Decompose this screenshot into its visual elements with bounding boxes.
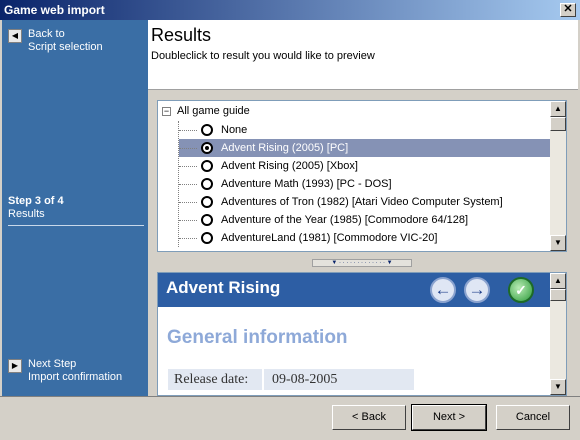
next-step-link[interactable]: ▶ Next Step Import confirmation <box>8 358 122 384</box>
tree-item[interactable]: None <box>179 121 551 139</box>
radio-icon[interactable] <box>201 124 213 136</box>
collapse-icon[interactable]: − <box>162 106 171 116</box>
radio-icon[interactable] <box>201 232 213 244</box>
current-step: Step 3 of 4 Results <box>8 195 144 226</box>
tree-item-label: Adventure Math (1993) [PC - DOS] <box>221 178 392 190</box>
tree-item-label: Adventures of Tron (1982) [Atari Video C… <box>221 196 503 208</box>
arrow-left-icon: ◀ <box>8 29 22 43</box>
tree-root-label: All game guide <box>177 105 250 117</box>
tree-scrollbar[interactable]: ▲ ▼ <box>550 101 566 251</box>
preview-header: Advent Rising ← → ✓ <box>158 273 552 307</box>
step-number: Step 3 of 4 <box>8 195 64 207</box>
globe-icon[interactable]: ✓ <box>508 277 534 303</box>
tree-root[interactable]: − All game guide <box>162 105 250 117</box>
tree-item-label: AdventureLand (1981) [Commodore VIC-20] <box>221 232 438 244</box>
close-button[interactable]: ✕ <box>560 3 576 17</box>
release-row: Release date: 09-08-2005 <box>168 369 414 390</box>
tree-item[interactable]: Advent Rising (2005) [Xbox] <box>179 157 551 175</box>
wizard-sidebar: ◀ Back to Script selection Step 3 of 4 R… <box>2 20 148 396</box>
page-header: Results Doubleclick to result you would … <box>148 20 578 90</box>
cancel-button[interactable]: Cancel <box>496 405 570 430</box>
next-link-line2: Import confirmation <box>28 371 123 383</box>
arrow-right-icon: ▶ <box>8 359 22 373</box>
scroll-down-icon[interactable]: ▼ <box>550 235 566 251</box>
radio-icon[interactable] <box>201 214 213 226</box>
tree-item[interactable]: Adventure of the Year (1985) [Commodore … <box>179 211 551 229</box>
tree-item-label: Adventure of the Year (1985) [Commodore … <box>221 214 469 226</box>
tree-item-label: Advent Rising (2005) [Xbox] <box>221 160 358 172</box>
preview-scroll-thumb[interactable] <box>550 289 566 301</box>
radio-icon[interactable] <box>201 178 213 190</box>
back-button[interactable]: < Back <box>332 405 406 430</box>
tree-item[interactable]: Adventures of Tron (1982) [Atari Video C… <box>179 193 551 211</box>
page-title: Results <box>151 25 212 45</box>
title-bar: Game web import ✕ <box>0 0 580 20</box>
tree-scroll-thumb[interactable] <box>550 117 566 131</box>
step-name: Results <box>8 208 45 220</box>
preview-scrollbar[interactable]: ▲ ▼ <box>550 273 566 395</box>
pane-splitter[interactable]: ▼ · · · · · · · · · · · · · ▼ <box>312 259 412 267</box>
radio-checked-icon[interactable] <box>201 142 213 154</box>
back-to-script-selection-link[interactable]: ◀ Back to Script selection <box>8 28 103 54</box>
back-arrow-icon[interactable]: ← <box>430 277 456 303</box>
tree-items: None Advent Rising (2005) [PC] Advent Risi… <box>178 121 551 247</box>
tree-item[interactable]: AdventureLand (1981) [Commodore VIC-20] <box>179 229 551 247</box>
page-subtitle: Doubleclick to result you would like to … <box>151 50 375 62</box>
scroll-up-icon[interactable]: ▲ <box>550 101 566 117</box>
results-tree[interactable]: − All game guide None Advent Rising (2005… <box>157 100 567 252</box>
radio-icon[interactable] <box>201 196 213 208</box>
tree-item-label: Advent Rising (2005) [PC] <box>221 142 349 154</box>
next-button[interactable]: Next > <box>411 404 487 431</box>
preview-pane: Advent Rising ← → ✓ General information … <box>157 272 567 396</box>
back-link-line1: Back to <box>28 28 65 40</box>
scroll-up-icon[interactable]: ▲ <box>550 273 566 289</box>
section-title: General information <box>167 327 348 348</box>
radio-icon[interactable] <box>201 160 213 172</box>
tree-item[interactable]: Advent Rising (2005) [PC] <box>179 139 551 157</box>
release-date-value: 09-08-2005 <box>264 369 414 390</box>
next-link-line1: Next Step <box>28 358 77 370</box>
scroll-down-icon[interactable]: ▼ <box>550 379 566 395</box>
button-bar: < Back Next > Cancel <box>0 396 580 440</box>
preview-game-title: Advent Rising <box>166 278 281 297</box>
release-date-label: Release date: <box>168 369 262 390</box>
window-title: Game web import <box>4 3 105 17</box>
tree-item-label: None <box>221 124 248 136</box>
tree-item[interactable]: Adventure Math (1993) [PC - DOS] <box>179 175 551 193</box>
forward-arrow-icon[interactable]: → <box>464 277 490 303</box>
back-link-line2: Script selection <box>28 41 103 53</box>
